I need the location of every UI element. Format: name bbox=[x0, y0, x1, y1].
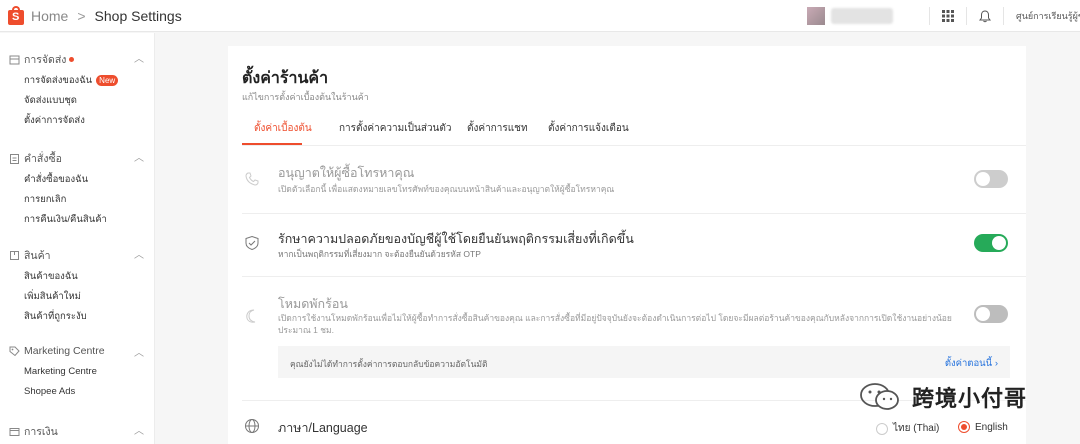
shopee-logo-icon[interactable]: S bbox=[8, 5, 26, 26]
new-badge: New bbox=[96, 75, 119, 86]
language-title: ภาษา/Language bbox=[278, 421, 368, 435]
chevron-up-icon[interactable]: ︿ bbox=[134, 149, 144, 164]
active-tab-indicator bbox=[242, 143, 302, 145]
globe-icon bbox=[244, 418, 260, 434]
sidebar-item-my-products[interactable]: สินค้าของฉัน bbox=[24, 269, 78, 284]
sidebar-section-products[interactable]: สินค้า ︿ bbox=[8, 247, 144, 264]
breadcrumb-home[interactable]: Home bbox=[31, 8, 68, 24]
clipboard-icon bbox=[8, 153, 20, 165]
radio-english[interactable] bbox=[958, 421, 970, 433]
setting-row-allow-calls: อนุญาตให้ผู้ซื้อโทรหาคุณ เปิดตัวเลือกนี้… bbox=[242, 156, 1026, 206]
sidebar-item-banned-products[interactable]: สินค้าที่ถูกระงับ bbox=[24, 309, 87, 324]
wechat-logo-icon bbox=[860, 383, 899, 410]
chevron-right-icon: › bbox=[994, 358, 998, 369]
vacation-mode-toggle[interactable] bbox=[974, 305, 1008, 323]
tab-notification-settings[interactable]: ตั้งค่าการแจ้งเตือน bbox=[548, 121, 629, 136]
tab-basic-settings[interactable]: ตั้งค่าเบื้องต้น bbox=[254, 121, 312, 136]
page-title: ตั้งค่าร้านค้า bbox=[242, 70, 329, 87]
chevron-up-icon[interactable]: ︿ bbox=[134, 246, 144, 261]
watermark-text: 跨境小付哥 bbox=[912, 386, 1028, 411]
sidebar-item-cancellation[interactable]: การยกเลิก bbox=[24, 192, 66, 207]
sidebar-section-title: คำสั่งซื้อ bbox=[24, 153, 62, 165]
sidebar-item-shipping-settings[interactable]: ตั้งค่าการจัดส่ง bbox=[24, 113, 85, 128]
setting-row-account-security: รักษาความปลอดภัยของบัญชีผู้ใช้โดยยืนยันพ… bbox=[242, 222, 1026, 272]
divider bbox=[242, 213, 1026, 214]
setting-description: เปิดการใช้งานโหมดพักร้อนเพื่อไม่ให้ผู้ซื… bbox=[278, 313, 952, 335]
sidebar-section-finance[interactable]: การเงิน ︿ bbox=[8, 423, 144, 440]
sidebar-item-label: การจัดส่งของฉัน bbox=[24, 75, 93, 86]
sidebar-item-mass-ship[interactable]: จัดส่งแบบชุด bbox=[24, 93, 77, 108]
seller-center-link[interactable]: ศูนย์การเรียนรู้ผู้ขาย bbox=[1016, 9, 1080, 23]
shield-check-icon bbox=[244, 235, 260, 251]
account-security-toggle[interactable] bbox=[974, 234, 1008, 252]
moon-icon bbox=[244, 308, 260, 324]
divider bbox=[242, 276, 1026, 277]
tab-privacy-settings[interactable]: การตั้งค่าความเป็นส่วนตัว bbox=[339, 121, 452, 136]
sidebar-item-my-shipment[interactable]: การจัดส่งของฉัน New bbox=[24, 73, 119, 88]
breadcrumb-current: Shop Settings bbox=[94, 7, 182, 24]
wallet-icon bbox=[8, 426, 20, 438]
notification-dot bbox=[69, 57, 75, 62]
allow-calls-toggle[interactable] bbox=[974, 170, 1008, 188]
sidebar-item-my-orders[interactable]: คำสั่งซื้อของฉัน bbox=[24, 172, 88, 187]
setting-title: โหมดพักร้อน bbox=[278, 297, 348, 311]
settings-tabs: ตั้งค่าเบื้องต้น การตั้งค่าความเป็นส่วนต… bbox=[242, 118, 1026, 146]
autoreply-notice-text: คุณยังไม่ได้ทำการตั้งค่าการตอบกลับข้อควา… bbox=[290, 359, 488, 369]
sidebar-section-title: Marketing Centre bbox=[24, 345, 105, 357]
breadcrumb-separator: > bbox=[77, 7, 86, 24]
radio-thai[interactable] bbox=[876, 422, 888, 435]
top-bar: S Home > Shop Settings ศูนย์การเรียนรู้ผ… bbox=[0, 0, 1080, 32]
autoreply-notice: คุณยังไม่ได้ทำการตั้งค่าการตอบกลับข้อควา… bbox=[278, 346, 1010, 378]
sidebar-section-shipping[interactable]: การจัดส่ง ︿ bbox=[8, 51, 144, 68]
language-option-label: English bbox=[975, 421, 1008, 433]
setting-title: อนุญาตให้ผู้ซื้อโทรหาคุณ bbox=[278, 166, 415, 180]
avatar[interactable] bbox=[807, 7, 825, 25]
shipping-box-icon bbox=[8, 54, 20, 66]
sidebar-section-title: การเงิน bbox=[24, 426, 58, 438]
setup-now-label: ตั้งค่าตอนนี้ bbox=[944, 358, 993, 369]
tag-icon bbox=[8, 345, 20, 357]
chevron-up-icon[interactable]: ︿ bbox=[134, 422, 144, 437]
language-option-label: ไทย (Thai) bbox=[893, 423, 940, 434]
phone-icon bbox=[244, 171, 260, 187]
setup-now-link[interactable]: ตั้งค่าตอนนี้ › bbox=[945, 356, 998, 371]
sidebar-section-title: การจัดส่ง bbox=[24, 54, 67, 66]
setting-description: หากเป็นพฤติกรรมที่เสี่ยงมาก จะต้องยืนยัน… bbox=[278, 249, 481, 259]
sidebar-section-orders[interactable]: คำสั่งซื้อ ︿ bbox=[8, 150, 144, 167]
page-subtitle: แก้ไขการตั้งค่าเบื้องต้นในร้านค้า bbox=[242, 92, 369, 102]
sidebar-item-shopee-ads[interactable]: Shopee Ads bbox=[24, 386, 75, 397]
tab-chat-settings[interactable]: ตั้งค่าการแชท bbox=[467, 121, 528, 136]
chevron-up-icon[interactable]: ︿ bbox=[134, 344, 144, 359]
sidebar-section-title: สินค้า bbox=[24, 250, 51, 262]
watermark: 跨境小付哥 bbox=[858, 381, 1027, 413]
sidebar-item-return-refund[interactable]: การคืนเงิน/คืนสินค้า bbox=[24, 212, 107, 227]
setting-description: เปิดตัวเลือกนี้ เพื่อแสดงหมายเลขโทรศัพท์… bbox=[278, 184, 615, 194]
language-option-english[interactable]: English bbox=[958, 421, 1008, 433]
sidebar-item-marketing-centre[interactable]: Marketing Centre bbox=[24, 366, 97, 377]
sidebar: การจัดส่ง ︿ การจัดส่งของฉัน New จัดส่งแบบ… bbox=[0, 33, 155, 444]
apps-grid-icon[interactable] bbox=[930, 0, 966, 32]
sidebar-section-marketing[interactable]: Marketing Centre ︿ bbox=[8, 345, 144, 359]
sidebar-item-add-product[interactable]: เพิ่มสินค้าใหม่ bbox=[24, 289, 81, 304]
chevron-up-icon[interactable]: ︿ bbox=[134, 50, 144, 65]
divider bbox=[1003, 7, 1004, 25]
bell-icon[interactable] bbox=[967, 0, 1003, 32]
language-option-thai[interactable]: ไทย (Thai) bbox=[876, 421, 939, 436]
setting-row-vacation-mode: โหมดพักร้อน เปิดการใช้งานโหมดพักร้อนเพื่… bbox=[242, 286, 1026, 342]
product-box-icon bbox=[8, 250, 20, 262]
username[interactable] bbox=[831, 8, 893, 24]
setting-title: รักษาความปลอดภัยของบัญชีผู้ใช้โดยยืนยันพ… bbox=[278, 232, 634, 246]
